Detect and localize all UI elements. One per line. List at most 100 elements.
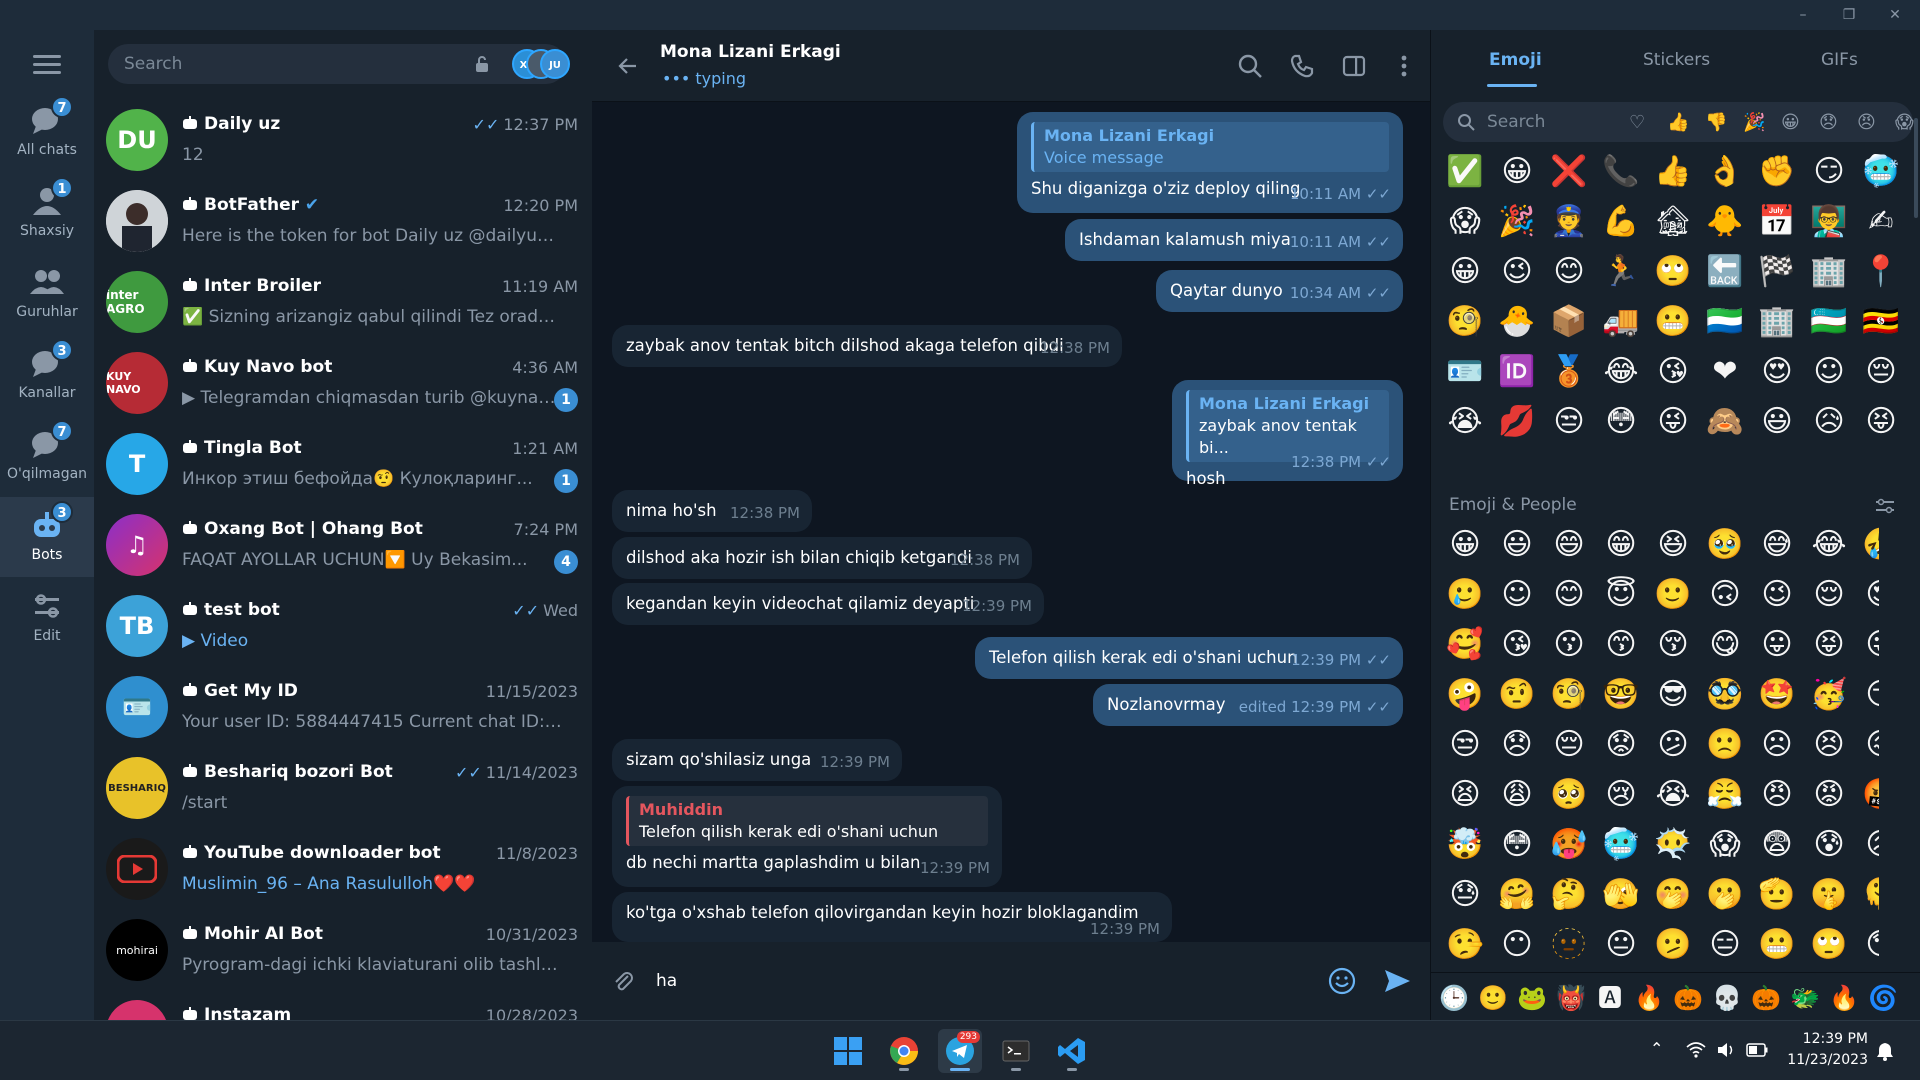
emoji-item[interactable]: 🥶 [1855,147,1907,197]
message-bubble[interactable]: Ishdaman kalamush miya 10:11 AM ✓✓ [1065,219,1403,261]
emoji-item[interactable]: 🤯 [1439,820,1491,870]
emoji-item[interactable]: 😘 [1491,620,1543,670]
emoji-item[interactable]: 🤩 [1751,670,1803,720]
maximize-button[interactable]: ❐ [1826,0,1872,30]
emoji-item[interactable]: 🙂 [1647,570,1699,620]
send-icon[interactable] [1382,966,1412,996]
emoji-item[interactable]: ❌ [1543,147,1595,197]
category-party-icon[interactable]: 🎉 [1743,112,1765,133]
emoji-pack-icon[interactable]: 💀 [1712,983,1742,1013]
message-bubble[interactable]: zaybak anov tentak bitch dilshod akaga t… [612,325,1122,367]
emoji-pack-icon[interactable]: 🙂 [1478,983,1508,1013]
chat-item[interactable]: ♫ Oxang Bot | Ohang Bot 7:24 PM FAQAT AY… [94,505,592,586]
wifi-icon[interactable] [1686,1041,1706,1059]
section-settings-icon[interactable] [1875,498,1895,514]
volume-icon[interactable] [1716,1041,1736,1059]
battery-icon[interactable] [1746,1043,1768,1057]
emoji-item[interactable]: 🥹 [1699,520,1751,570]
emoji-item[interactable]: 🏁 [1751,247,1803,297]
emoji-item[interactable]: 😓 [1439,870,1491,920]
emoji-item[interactable]: 😂 [1803,520,1855,570]
emoji-pack-icon[interactable]: 🐸 [1517,983,1547,1013]
emoji-item[interactable]: 🤗 [1491,870,1543,920]
emoji-item[interactable]: ✊ [1751,147,1803,197]
emoji-pack-icon[interactable]: 🅰 [1595,983,1625,1013]
folder-personal[interactable]: 1 Shaxsiy [0,173,94,253]
emoji-item[interactable]: 😥 [1855,820,1879,870]
emoji-item[interactable]: 😚 [1647,620,1699,670]
chat-item[interactable]: mohirai Mohir AI Bot 10/31/2023 Pyrogram… [94,910,592,991]
telegram-app[interactable]: 293 [938,1029,982,1073]
tab-emoji[interactable]: Emoji [1489,50,1542,70]
emoji-item[interactable]: 😱 [1439,197,1491,247]
emoji-pack-icon[interactable]: 🎃 [1751,983,1781,1013]
tray-chevron-icon[interactable]: ⌃ [1650,1039,1663,1058]
emoji-item[interactable]: 😑 [1699,920,1751,970]
emoji-item[interactable]: 😅 [1751,520,1803,570]
emoji-item[interactable]: 🤨 [1491,670,1543,720]
attach-icon[interactable] [610,968,636,994]
emoji-item[interactable]: ✍ [1855,197,1907,247]
chat-item[interactable]: BotFather ✔ 12:20 PM Here is the token f… [94,181,592,262]
sidebar-toggle-icon[interactable] [1340,52,1368,80]
emoji-item[interactable]: 🫡 [1751,870,1803,920]
phone-icon[interactable] [1288,52,1316,80]
chat-item[interactable]: BESHARIQ Beshariq bozori Bot ✓✓ 11/14/202… [94,748,592,829]
reply-quote[interactable]: Mona Lizani Erkagi Voice message [1031,122,1389,172]
search-icon[interactable] [1236,52,1264,80]
emoji-item[interactable]: ☺ [1803,347,1855,397]
emoji-item[interactable]: 😰 [1803,820,1855,870]
emoji-item[interactable]: 😂 [1595,347,1647,397]
category-heart-icon[interactable]: ♡ [1629,112,1645,133]
emoji-item[interactable]: 😩 [1491,770,1543,820]
folder-channels[interactable]: 3 Kanallar [0,335,94,415]
start-button[interactable] [826,1029,870,1073]
emoji-item[interactable]: 🥳 [1803,670,1855,720]
message-bubble[interactable]: kegandan keyin videochat qilamiz deyapti… [612,583,1044,625]
emoji-item[interactable]: 🫠 [1855,870,1879,920]
message-bubble[interactable]: Nozlanovrmay edited 12:39 PM ✓✓ [1093,684,1403,726]
message-bubble[interactable]: dilshod aka hozir ish bilan chiqib ketga… [612,537,1032,579]
emoji-item[interactable]: ✅ [1439,147,1491,197]
emoji-icon[interactable] [1327,966,1357,996]
emoji-item[interactable]: 🐣 [1491,297,1543,347]
folder-all-chats[interactable]: 7 All chats [0,92,94,172]
emoji-item[interactable]: 🫥 [1543,920,1595,970]
emoji-item[interactable]: 😁 [1595,520,1647,570]
emoji-item[interactable]: 🥉 [1543,347,1595,397]
emoji-item[interactable]: 📅 [1751,197,1803,247]
category-dislike-icon[interactable]: 👎 [1705,112,1727,133]
emoji-item[interactable]: 🔙 [1699,247,1751,297]
folder-groups[interactable]: Guruhlar [0,254,94,334]
emoji-item[interactable]: 🚚 [1595,297,1647,347]
emoji-item[interactable]: 😐 [1595,920,1647,970]
emoji-item[interactable]: 😤 [1699,770,1751,820]
emoji-item[interactable]: 😊 [1543,570,1595,620]
category-shock-icon[interactable]: 😱 [1895,112,1914,133]
tab-gifs[interactable]: GIFs [1821,50,1858,70]
emoji-item[interactable]: 😇 [1595,570,1647,620]
emoji-item[interactable]: 😖 [1855,720,1879,770]
emoji-item[interactable]: 🤣 [1855,520,1879,570]
emoji-pack-icon[interactable]: 🌀 [1868,983,1898,1013]
emoji-item[interactable]: 🏢 [1803,247,1855,297]
emoji-item[interactable]: 🤓 [1595,670,1647,720]
emoji-item[interactable]: 😊 [1543,247,1595,297]
emoji-item[interactable]: 😶 [1491,920,1543,970]
close-button[interactable]: ✕ [1872,0,1918,30]
emoji-item[interactable]: 😏 [1855,670,1879,720]
emoji-item[interactable]: 🧐 [1439,297,1491,347]
emoji-item[interactable]: 😏 [1803,147,1855,197]
folder-bots[interactable]: 3 Bots [0,497,94,577]
message-bubble[interactable]: nima ho'sh 12:38 PM [612,490,812,532]
emoji-item[interactable]: 📞 [1595,147,1647,197]
emoji-item[interactable]: 💪 [1595,197,1647,247]
emoji-item[interactable]: 🧐 [1543,670,1595,720]
emoji-item[interactable]: 😉 [1491,247,1543,297]
emoji-item[interactable]: 😃 [1491,520,1543,570]
more-options-icon[interactable] [1390,52,1418,80]
emoji-item[interactable]: 😡 [1803,770,1855,820]
emoji-item[interactable]: 😀 [1491,147,1543,197]
emoji-item[interactable]: 📍 [1855,247,1907,297]
emoji-item[interactable]: 😙 [1595,620,1647,670]
